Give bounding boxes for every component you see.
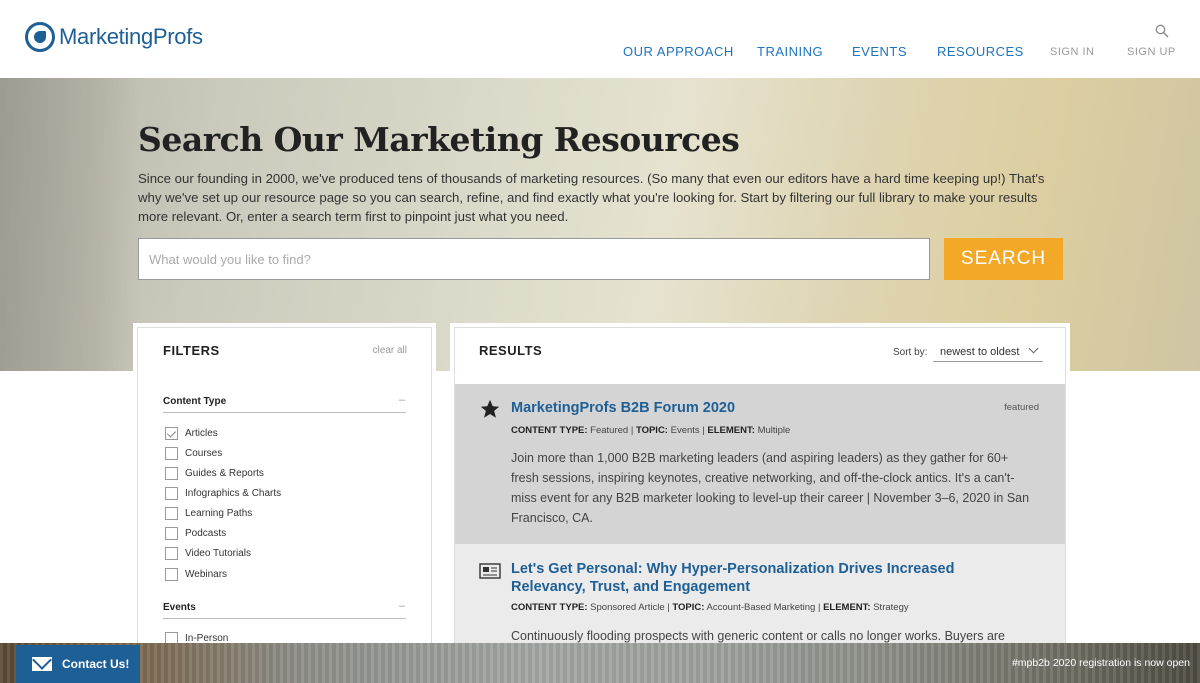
sort-dropdown[interactable]: newest to oldest: [933, 342, 1043, 362]
newspaper-icon: [479, 563, 501, 579]
checkbox[interactable]: [165, 527, 178, 540]
filter-learning-paths[interactable]: Learning Paths: [165, 507, 252, 520]
checkbox-checked[interactable]: [165, 427, 178, 440]
site-header: MarketingProfs OUR APPROACH TRAINING EVE…: [0, 0, 1200, 78]
checkbox[interactable]: [165, 547, 178, 560]
featured-badge: featured: [1004, 402, 1039, 413]
nav-sign-in[interactable]: SIGN IN: [1050, 46, 1094, 58]
events-heading[interactable]: Events: [163, 602, 196, 613]
page-title: Search Our Marketing Resources: [138, 120, 740, 159]
filter-courses[interactable]: Courses: [165, 447, 222, 460]
checkbox[interactable]: [165, 447, 178, 460]
nav-sign-up[interactable]: SIGN UP: [1127, 46, 1176, 58]
checkbox[interactable]: [165, 507, 178, 520]
checkbox[interactable]: [165, 487, 178, 500]
result-meta: CONTENT TYPE: Featured | TOPIC: Events |…: [511, 425, 791, 436]
search-input[interactable]: [138, 238, 930, 280]
result-item: Let's Get Personal: Why Hyper-Personaliz…: [455, 544, 1065, 656]
filter-articles[interactable]: Articles: [165, 427, 218, 440]
promo-text[interactable]: #mpb2b 2020 registration is now open: [1012, 657, 1190, 669]
result-description: Join more than 1,000 B2B marketing leade…: [511, 451, 1030, 525]
filter-podcasts[interactable]: Podcasts: [165, 527, 226, 540]
nav-our-approach[interactable]: OUR APPROACH: [623, 44, 734, 59]
results-panel: RESULTS Sort by: newest to oldest Market…: [454, 327, 1066, 657]
nav-training[interactable]: TRAINING: [757, 44, 823, 59]
logo-text: MarketingProfs: [59, 24, 203, 49]
chevron-down-icon: [1028, 343, 1039, 354]
nav-events[interactable]: EVENTS: [852, 44, 907, 59]
filters-title: FILTERS: [163, 343, 220, 358]
filter-webinars[interactable]: Webinars: [165, 568, 227, 581]
site-logo[interactable]: MarketingProfs: [25, 22, 203, 52]
checkbox[interactable]: [165, 568, 178, 581]
result-item: MarketingProfs B2B Forum 2020 featured C…: [455, 384, 1065, 544]
checkbox[interactable]: [165, 467, 178, 480]
sort-label: Sort by:: [893, 347, 928, 358]
filter-infographics-charts[interactable]: Infographics & Charts: [165, 487, 281, 500]
nav-resources[interactable]: RESOURCES: [937, 44, 1024, 59]
results-title: RESULTS: [479, 343, 543, 358]
logo-icon: [25, 22, 55, 52]
page-description: Since our founding in 2000, we've produc…: [138, 171, 1045, 224]
envelope-icon: [32, 657, 52, 671]
filters-panel: FILTERS clear all Content Type – Article…: [137, 327, 432, 657]
filter-video-tutorials[interactable]: Video Tutorials: [165, 547, 251, 560]
clear-all-link[interactable]: clear all: [373, 345, 407, 356]
content-type-heading[interactable]: Content Type: [163, 396, 226, 407]
collapse-icon[interactable]: –: [399, 600, 405, 612]
result-title-link[interactable]: Let's Get Personal: Why Hyper-Personaliz…: [511, 560, 1031, 596]
search-button[interactable]: SEARCH: [944, 238, 1063, 280]
result-meta: CONTENT TYPE: Sponsored Article | TOPIC:…: [511, 602, 909, 613]
filter-guides-reports[interactable]: Guides & Reports: [165, 467, 264, 480]
star-icon: [480, 399, 500, 418]
result-title-link[interactable]: MarketingProfs B2B Forum 2020: [511, 399, 1031, 417]
search-icon[interactable]: [1155, 24, 1169, 38]
contact-us-button[interactable]: Contact Us!: [16, 645, 140, 683]
collapse-icon[interactable]: –: [399, 394, 405, 406]
